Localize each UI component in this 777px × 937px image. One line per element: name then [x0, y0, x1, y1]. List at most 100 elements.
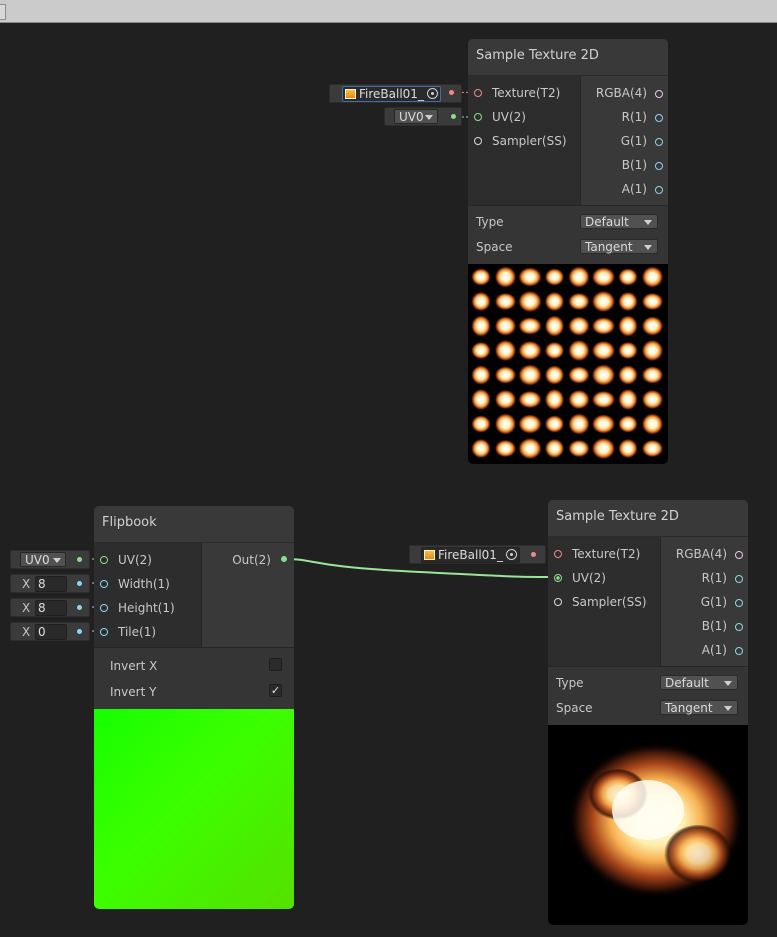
output-dot-a[interactable]: [655, 186, 663, 194]
sprite-frame: [618, 291, 638, 312]
texture-object-field[interactable]: FireBall01_: [342, 86, 441, 102]
port-dot[interactable]: [554, 598, 562, 606]
port-dot[interactable]: [554, 574, 562, 582]
sprite-frame: [494, 439, 517, 458]
sprite-frame: [591, 317, 616, 335]
texture-chip-port[interactable]: [531, 552, 536, 557]
sprite-frame: [618, 341, 638, 360]
tile-input[interactable]: 0: [35, 624, 67, 640]
texture-preview-spritesheet: [468, 264, 668, 464]
port-uv[interactable]: UV(2): [554, 568, 606, 588]
object-picker-icon[interactable]: [427, 88, 438, 99]
space-label: Space: [476, 240, 513, 254]
port-tile[interactable]: Tile(1): [100, 622, 156, 642]
invert-x-label: Invert X: [110, 659, 158, 673]
sprite-frame: [544, 365, 565, 385]
sample-texture-node-bottom[interactable]: Sample Texture 2D Texture(T2) UV(2) Samp…: [548, 500, 748, 925]
port-texture[interactable]: Texture(T2): [554, 544, 640, 564]
space-dropdown[interactable]: Tangent: [660, 700, 738, 715]
sprite-frame: [518, 414, 542, 434]
port-dot[interactable]: [100, 556, 108, 564]
sprite-frame: [518, 267, 542, 287]
output-dot-b[interactable]: [735, 623, 743, 631]
uv-chip-port[interactable]: [451, 114, 456, 119]
type-value: Default: [665, 676, 709, 690]
port-dot[interactable]: [100, 580, 108, 588]
type-label: Type: [476, 215, 504, 229]
port-sampler[interactable]: Sampler(SS): [474, 131, 567, 151]
output-label-b: B(1): [701, 619, 727, 633]
port-label: Sampler(SS): [492, 134, 567, 148]
output-dot-g[interactable]: [735, 599, 743, 607]
invert-x-checkbox[interactable]: [269, 658, 282, 671]
chevron-down-icon: [724, 706, 732, 711]
type-label: Type: [556, 676, 584, 690]
port-label: UV(2): [572, 571, 606, 585]
port-texture[interactable]: Texture(T2): [474, 83, 560, 103]
port-dot[interactable]: [474, 113, 482, 121]
type-dropdown[interactable]: Default: [660, 675, 738, 690]
texture-chip-port[interactable]: [449, 90, 454, 95]
port-dot[interactable]: [474, 89, 482, 97]
flipbook-preview-uv-gradient: [94, 709, 294, 909]
output-ports: Out(2): [201, 543, 294, 647]
output-dot-rgba[interactable]: [655, 90, 663, 98]
node-title[interactable]: Sample Texture 2D: [548, 500, 748, 537]
output-dot-r[interactable]: [735, 575, 743, 583]
sprite-frame: [544, 315, 565, 337]
node-title[interactable]: Sample Texture 2D: [468, 39, 668, 76]
texture-input-chip-bottom: FireBall01_: [409, 545, 546, 564]
flipbook-uv-dropdown[interactable]: UV0: [20, 552, 66, 567]
chevron-down-icon: [644, 245, 652, 250]
sprite-frame: [471, 315, 491, 337]
port-dot[interactable]: [100, 604, 108, 612]
port-dot[interactable]: [474, 137, 482, 145]
output-dot-out[interactable]: [281, 556, 287, 562]
sprite-frame: [544, 388, 565, 411]
output-dot-r[interactable]: [655, 114, 663, 122]
node-title[interactable]: Flipbook: [94, 506, 294, 543]
texture-object-field[interactable]: FireBall01_: [421, 547, 520, 563]
port-height[interactable]: Height(1): [100, 598, 175, 618]
sprite-frame: [641, 389, 664, 410]
sample-texture-node-top[interactable]: Sample Texture 2D Texture(T2) UV(2) Samp…: [468, 39, 668, 464]
object-picker-icon[interactable]: [506, 549, 517, 560]
x-label: X: [22, 625, 31, 639]
height-chip: X 8: [10, 598, 90, 617]
sprite-frame: [618, 315, 638, 337]
sprite-frame: [591, 364, 616, 386]
port-dot[interactable]: [100, 628, 108, 636]
sprite-frame: [494, 339, 517, 362]
invert-y-checkbox[interactable]: ✓: [269, 684, 282, 697]
port-dot[interactable]: [554, 550, 562, 558]
type-value: Default: [585, 215, 629, 229]
output-dot-a[interactable]: [735, 647, 743, 655]
width-chip-port[interactable]: [77, 581, 82, 586]
sprite-frame: [518, 364, 542, 386]
height-input[interactable]: 8: [35, 600, 67, 616]
uv-chip-port[interactable]: [77, 557, 82, 562]
texture-field-label: FireBall01_: [359, 87, 424, 101]
flipbook-node[interactable]: Flipbook UV(2) Width(1) Height(1) Tile(1…: [94, 506, 294, 909]
output-label-a: A(1): [701, 643, 727, 657]
sprite-frame: [518, 290, 542, 313]
space-dropdown[interactable]: Tangent: [580, 239, 658, 254]
output-dot-g[interactable]: [655, 138, 663, 146]
uv-channel-dropdown[interactable]: UV0: [394, 109, 438, 124]
port-width[interactable]: Width(1): [100, 574, 170, 594]
output-dot-rgba[interactable]: [735, 551, 743, 559]
sprite-frame: [568, 339, 590, 362]
height-chip-port[interactable]: [77, 605, 82, 610]
port-uv[interactable]: UV(2): [474, 107, 526, 127]
output-dot-b[interactable]: [655, 162, 663, 170]
output-label-rgba: RGBA(4): [675, 547, 727, 561]
sprite-frame: [591, 437, 616, 460]
port-label: Texture(T2): [492, 86, 561, 100]
sprite-frame: [494, 389, 517, 410]
port-sampler[interactable]: Sampler(SS): [554, 592, 647, 612]
texture-icon: [424, 550, 435, 560]
width-input[interactable]: 8: [35, 576, 67, 592]
tile-chip-port[interactable]: [77, 629, 82, 634]
type-dropdown[interactable]: Default: [580, 214, 658, 229]
port-uv[interactable]: UV(2): [100, 550, 152, 570]
